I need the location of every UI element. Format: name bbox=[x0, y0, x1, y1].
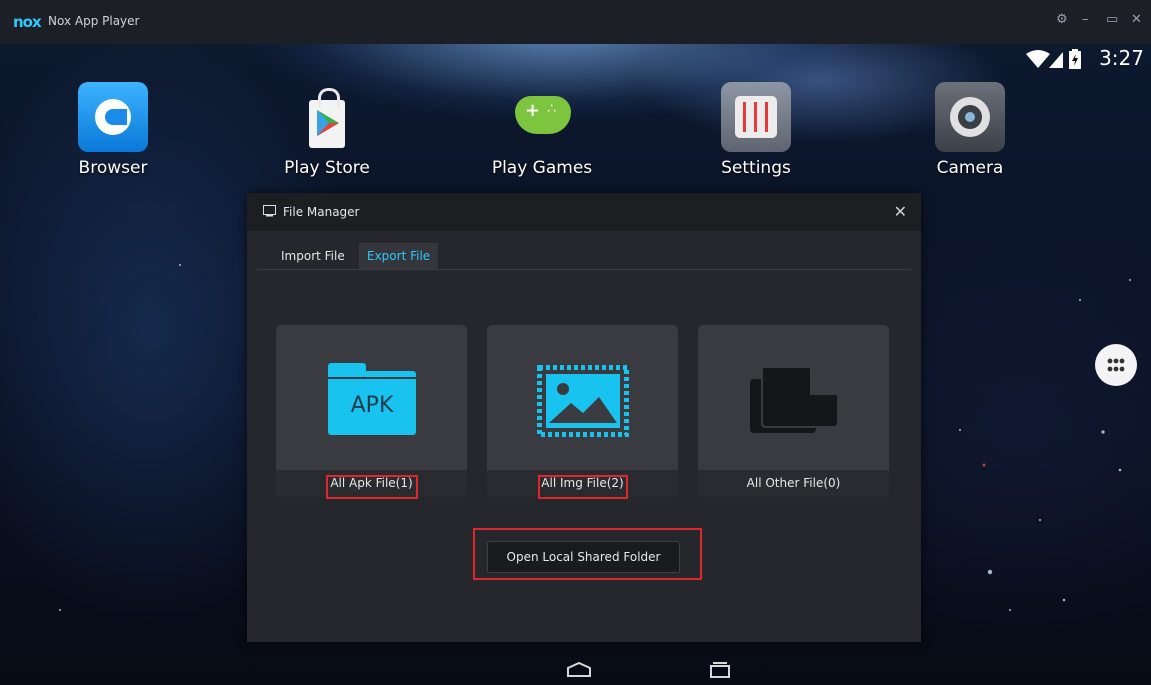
window-title: Nox App Player bbox=[48, 14, 140, 28]
nox-logo: nox bbox=[13, 13, 42, 31]
app-browser[interactable]: Browser bbox=[58, 82, 168, 178]
floating-menu-button[interactable] bbox=[1095, 344, 1137, 386]
dots-grid-icon bbox=[1107, 358, 1125, 372]
android-nav-bar bbox=[0, 654, 1151, 685]
image-icon bbox=[537, 365, 629, 437]
open-local-shared-folder-button[interactable]: Open Local Shared Folder bbox=[487, 541, 680, 573]
app-settings[interactable]: Settings bbox=[701, 82, 811, 178]
signal-icon bbox=[1049, 52, 1063, 68]
app-camera[interactable]: Camera bbox=[915, 82, 1025, 178]
monitor-icon bbox=[263, 205, 276, 217]
settings-icon bbox=[721, 82, 791, 152]
tab-export-file[interactable]: Export File bbox=[359, 243, 439, 269]
apk-folder-icon: APK bbox=[328, 363, 416, 435]
card-caption: All Other File(0) bbox=[698, 470, 889, 497]
app-label: Play Games bbox=[491, 158, 593, 178]
minimize-icon[interactable]: – bbox=[1082, 12, 1089, 27]
close-window-icon[interactable]: ✕ bbox=[1131, 12, 1142, 27]
other-files-card[interactable]: All Other File(0) bbox=[698, 325, 889, 497]
app-play-games[interactable]: + ∴ Play Games bbox=[487, 82, 597, 178]
app-label: Settings bbox=[721, 158, 791, 178]
tab-import-file[interactable]: Import File bbox=[273, 243, 353, 269]
dialog-header: File Manager ✕ bbox=[247, 193, 921, 231]
highlight-apk-caption bbox=[326, 475, 418, 499]
emulator-screen: nox Nox App Player ⚙ – ▭ ✕ 3:27 Browser bbox=[0, 0, 1151, 685]
browser-icon bbox=[78, 82, 148, 152]
recent-apps-icon[interactable] bbox=[707, 661, 733, 679]
app-play-store[interactable]: Play Store bbox=[272, 82, 382, 178]
battery-icon bbox=[1069, 49, 1081, 69]
app-label: Play Store bbox=[284, 158, 370, 178]
play-games-icon: + ∴ bbox=[507, 82, 577, 152]
window-titlebar: nox Nox App Player ⚙ – ▭ ✕ bbox=[0, 0, 1151, 44]
other-files-icon bbox=[750, 366, 839, 433]
status-clock: 3:27 bbox=[1099, 46, 1144, 70]
tab-divider bbox=[257, 269, 911, 270]
camera-icon bbox=[935, 82, 1005, 152]
gear-icon[interactable]: ⚙ bbox=[1056, 12, 1068, 27]
play-store-icon bbox=[292, 82, 362, 152]
apk-label-text: APK bbox=[350, 393, 394, 418]
app-label: Browser bbox=[78, 158, 148, 178]
file-manager-dialog: File Manager ✕ Import File Export File A… bbox=[247, 193, 921, 642]
maximize-icon[interactable]: ▭ bbox=[1106, 12, 1118, 27]
img-files-card[interactable]: All Img File(2) bbox=[487, 325, 678, 497]
apk-files-card[interactable]: APK All Apk File(1) bbox=[276, 325, 467, 497]
dialog-title: File Manager bbox=[283, 205, 360, 219]
close-icon[interactable]: ✕ bbox=[894, 202, 907, 221]
app-label: Camera bbox=[936, 158, 1004, 178]
wifi-icon bbox=[1026, 50, 1050, 68]
home-icon[interactable] bbox=[566, 662, 592, 678]
highlight-img-caption bbox=[538, 475, 628, 499]
